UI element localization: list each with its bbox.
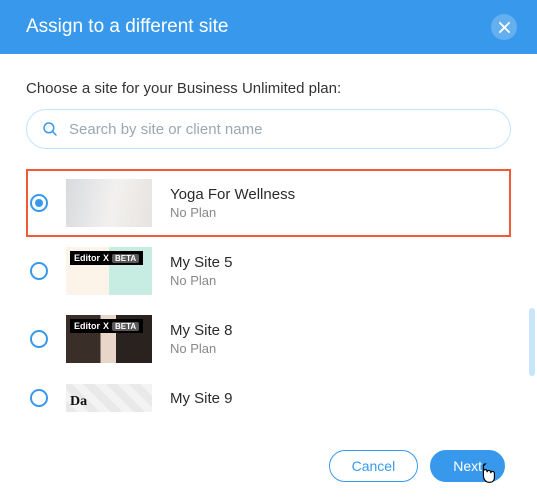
site-info: Yoga For Wellness No Plan: [170, 186, 295, 220]
editorx-badge: EditorX BETA: [70, 251, 143, 265]
search-icon: [41, 120, 59, 138]
modal-footer: Cancel Next: [0, 432, 537, 500]
radio-button[interactable]: [30, 194, 48, 212]
site-name: My Site 9: [170, 390, 233, 407]
modal-title: Assign to a different site: [26, 16, 228, 38]
modal-body: Choose a site for your Business Unlimite…: [0, 54, 537, 413]
site-row[interactable]: EditorX BETA My Site 5 No Plan: [26, 237, 511, 305]
next-button[interactable]: Next: [430, 450, 505, 482]
site-thumbnail: EditorX BETA: [66, 315, 152, 363]
site-row[interactable]: Da My Site 9: [26, 373, 511, 413]
close-button[interactable]: [491, 14, 517, 40]
site-plan: No Plan: [170, 205, 295, 220]
radio-button[interactable]: [30, 262, 48, 280]
site-info: My Site 5 No Plan: [170, 254, 233, 288]
site-info: My Site 9: [170, 390, 233, 407]
site-thumbnail: Da: [66, 384, 152, 412]
site-name: My Site 8: [170, 322, 233, 339]
site-plan: No Plan: [170, 341, 233, 356]
site-name: Yoga For Wellness: [170, 186, 295, 203]
search-input[interactable]: [69, 121, 496, 138]
close-icon: [499, 22, 510, 33]
site-row[interactable]: EditorX BETA My Site 8 No Plan: [26, 305, 511, 373]
radio-button[interactable]: [30, 330, 48, 348]
site-name: My Site 5: [170, 254, 233, 271]
site-info: My Site 8 No Plan: [170, 322, 233, 356]
prompt-text: Choose a site for your Business Unlimite…: [26, 80, 511, 97]
cancel-button[interactable]: Cancel: [329, 450, 419, 482]
modal-header: Assign to a different site: [0, 0, 537, 54]
site-thumbnail: [66, 179, 152, 227]
site-plan: No Plan: [170, 273, 233, 288]
search-field[interactable]: [26, 109, 511, 149]
site-row[interactable]: Yoga For Wellness No Plan: [26, 169, 511, 237]
radio-button[interactable]: [30, 389, 48, 407]
site-thumbnail: EditorX BETA: [66, 247, 152, 295]
site-list: Yoga For Wellness No Plan EditorX BETA M…: [26, 169, 511, 413]
scrollbar[interactable]: [529, 308, 535, 376]
editorx-badge: EditorX BETA: [70, 319, 143, 333]
